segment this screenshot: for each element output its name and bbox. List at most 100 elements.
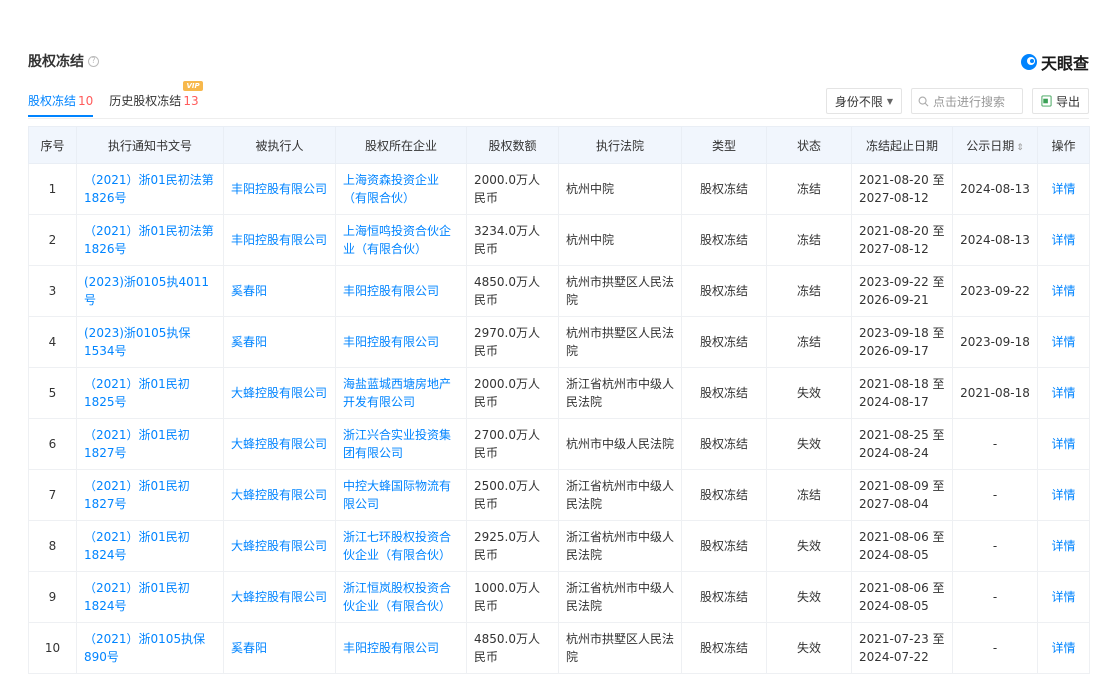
cell-type: 股权冻结 — [681, 265, 767, 317]
cell-doc-link[interactable]: （2021）浙01民初1827号 — [76, 469, 224, 521]
cell-company-link[interactable]: 浙江七环股权投资合伙企业（有限合伙） — [335, 520, 467, 572]
cell-company-link[interactable]: 丰阳控股有限公司 — [335, 265, 467, 317]
col-header-amount: 股权数额 — [466, 126, 559, 164]
cell-person-link[interactable]: 奚春阳 — [223, 622, 336, 674]
cell-court: 杭州市拱墅区人民法院 — [558, 265, 682, 317]
cell-amount: 4850.0万人民币 — [466, 265, 559, 317]
identity-filter-dropdown[interactable]: 身份不限 ▼ — [825, 88, 902, 114]
cell-amount: 1000.0万人民币 — [466, 571, 559, 623]
cell-type: 股权冻结 — [681, 367, 767, 419]
details-link[interactable]: 详情 — [1037, 265, 1090, 317]
cell-person-link[interactable]: 丰阳控股有限公司 — [223, 163, 336, 215]
cell-court: 杭州市拱墅区人民法院 — [558, 316, 682, 368]
details-link[interactable]: 详情 — [1037, 520, 1090, 572]
table-row: 1 （2021）浙01民初法第1826号 丰阳控股有限公司 上海资森投资企业（有限合伙… — [28, 163, 1090, 215]
cell-person-link[interactable]: 丰阳控股有限公司 — [223, 214, 336, 266]
details-link[interactable]: 详情 — [1037, 163, 1090, 215]
cell-company-link[interactable]: 丰阳控股有限公司 — [335, 316, 467, 368]
cell-court: 杭州中院 — [558, 163, 682, 215]
cell-person-link[interactable]: 大蜂控股有限公司 — [223, 469, 336, 521]
col-header-doc: 执行通知书文号 — [76, 126, 224, 164]
equity-freeze-table: 序号 执行通知书文号 被执行人 股权所在企业 股权数额 执行法院 类型 状态 冻… — [28, 126, 1090, 674]
cell-type: 股权冻结 — [681, 571, 767, 623]
tab-count: 10 — [78, 94, 94, 108]
search-input[interactable]: 点击进行搜索 — [910, 88, 1023, 114]
sort-icon[interactable]: ⇕ — [1016, 143, 1024, 153]
table-row: 8 （2021）浙01民初1824号 大蜂控股有限公司 浙江七环股权投资合伙企业（有限… — [28, 520, 1090, 572]
cell-no: 3 — [28, 265, 77, 317]
cell-company-link[interactable]: 上海恒鸣投资合伙企业（有限合伙） — [335, 214, 467, 266]
col-header-court: 执行法院 — [558, 126, 682, 164]
details-link[interactable]: 详情 — [1037, 469, 1090, 521]
cell-company-link[interactable]: 上海资森投资企业（有限合伙） — [335, 163, 467, 215]
cell-doc-link[interactable]: （2021）浙0105执保890号 — [76, 622, 224, 674]
cell-no: 1 — [28, 163, 77, 215]
cell-company-link[interactable]: 中控大蜂国际物流有限公司 — [335, 469, 467, 521]
logo-text: 天眼查 — [1040, 54, 1089, 73]
details-link[interactable]: 详情 — [1037, 367, 1090, 419]
cell-doc-link[interactable]: （2021）浙01民初1825号 — [76, 367, 224, 419]
cell-doc-link[interactable]: （2021）浙01民初法第1826号 — [76, 214, 224, 266]
identity-filter-label: 身份不限 — [834, 94, 883, 109]
cell-person-link[interactable]: 奚春阳 — [223, 265, 336, 317]
cell-company-link[interactable]: 浙江恒岚股权投资合伙企业（有限合伙） — [335, 571, 467, 623]
cell-company-link[interactable]: 丰阳控股有限公司 — [335, 622, 467, 674]
cell-court: 杭州中院 — [558, 214, 682, 266]
cell-person-link[interactable]: 大蜂控股有限公司 — [223, 571, 336, 623]
cell-range: 2021-08-09 至 2027-08-04 — [851, 469, 953, 521]
section-title: 股权冻结 ? — [28, 51, 99, 71]
tab-equity-freeze[interactable]: 股权冻结 10 — [28, 92, 94, 117]
tab-history-equity-freeze[interactable]: 历史股权冻结 13 VIP — [109, 81, 203, 117]
cell-no: 5 — [28, 367, 77, 419]
cell-doc-link[interactable]: （2021）浙01民初1824号 — [76, 520, 224, 572]
col-header-pub-date[interactable]: 公示日期 ⇕ — [952, 126, 1038, 164]
cell-pub-date: - — [952, 622, 1038, 674]
toolbar: 身份不限 ▼ 点击进行搜索 导出 — [825, 88, 1089, 114]
cell-range: 2021-08-20 至 2027-08-12 — [851, 214, 953, 266]
tabs-divider — [28, 118, 1089, 119]
col-header-pub-date-label: 公示日期 — [966, 138, 1015, 153]
cell-status: 失效 — [766, 367, 852, 419]
chevron-down-icon: ▼ — [886, 96, 893, 106]
details-link[interactable]: 详情 — [1037, 214, 1090, 266]
section-title-text: 股权冻结 — [28, 54, 84, 70]
details-link[interactable]: 详情 — [1037, 571, 1090, 623]
cell-range: 2021-08-20 至 2027-08-12 — [851, 163, 953, 215]
details-link[interactable]: 详情 — [1037, 316, 1090, 368]
cell-no: 8 — [28, 520, 77, 572]
cell-court: 浙江省杭州市中级人民法院 — [558, 520, 682, 572]
col-header-range: 冻结起止日期 — [851, 126, 953, 164]
cell-range: 2023-09-18 至 2026-09-17 — [851, 316, 953, 368]
tab-bar: 股权冻结 10 历史股权冻结 13 VIP — [28, 81, 203, 117]
cell-company-link[interactable]: 浙江兴合实业投资集团有限公司 — [335, 418, 467, 470]
tianyancha-logo: 天眼查 — [1020, 50, 1089, 74]
cell-no: 7 — [28, 469, 77, 521]
cell-no: 2 — [28, 214, 77, 266]
export-button[interactable]: 导出 — [1031, 88, 1089, 114]
cell-range: 2021-08-25 至 2024-08-24 — [851, 418, 953, 470]
cell-doc-link[interactable]: （2021）浙01民初法第1826号 — [76, 163, 224, 215]
cell-person-link[interactable]: 大蜂控股有限公司 — [223, 367, 336, 419]
cell-person-link[interactable]: 奚春阳 — [223, 316, 336, 368]
col-header-company: 股权所在企业 — [335, 126, 467, 164]
cell-company-link[interactable]: 海盐蓝城西塘房地产开发有限公司 — [335, 367, 467, 419]
cell-doc-link[interactable]: （2021）浙01民初1824号 — [76, 571, 224, 623]
table-row: 6 （2021）浙01民初1827号 大蜂控股有限公司 浙江兴合实业投资集团有限公司 2… — [28, 418, 1090, 470]
table-row: 4 (2023)浙0105执保1534号 奚春阳 丰阳控股有限公司 2970.0万人民币… — [28, 316, 1090, 368]
info-icon[interactable]: ? — [88, 55, 99, 67]
cell-doc-link[interactable]: (2023)浙0105执保1534号 — [76, 316, 224, 368]
cell-type: 股权冻结 — [681, 214, 767, 266]
table-row: 9 （2021）浙01民初1824号 大蜂控股有限公司 浙江恒岚股权投资合伙企业（有限… — [28, 571, 1090, 623]
details-link[interactable]: 详情 — [1037, 622, 1090, 674]
col-header-op: 操作 — [1037, 126, 1090, 164]
table-row: 2 （2021）浙01民初法第1826号 丰阳控股有限公司 上海恒鸣投资合伙企业（有限… — [28, 214, 1090, 266]
search-placeholder: 点击进行搜索 — [932, 94, 1005, 109]
cell-pub-date: 2023-09-18 — [952, 316, 1038, 368]
col-header-no: 序号 — [28, 126, 77, 164]
cell-person-link[interactable]: 大蜂控股有限公司 — [223, 418, 336, 470]
cell-doc-link[interactable]: （2021）浙01民初1827号 — [76, 418, 224, 470]
cell-doc-link[interactable]: (2023)浙0105执4011号 — [76, 265, 224, 317]
cell-person-link[interactable]: 大蜂控股有限公司 — [223, 520, 336, 572]
cell-no: 6 — [28, 418, 77, 470]
details-link[interactable]: 详情 — [1037, 418, 1090, 470]
